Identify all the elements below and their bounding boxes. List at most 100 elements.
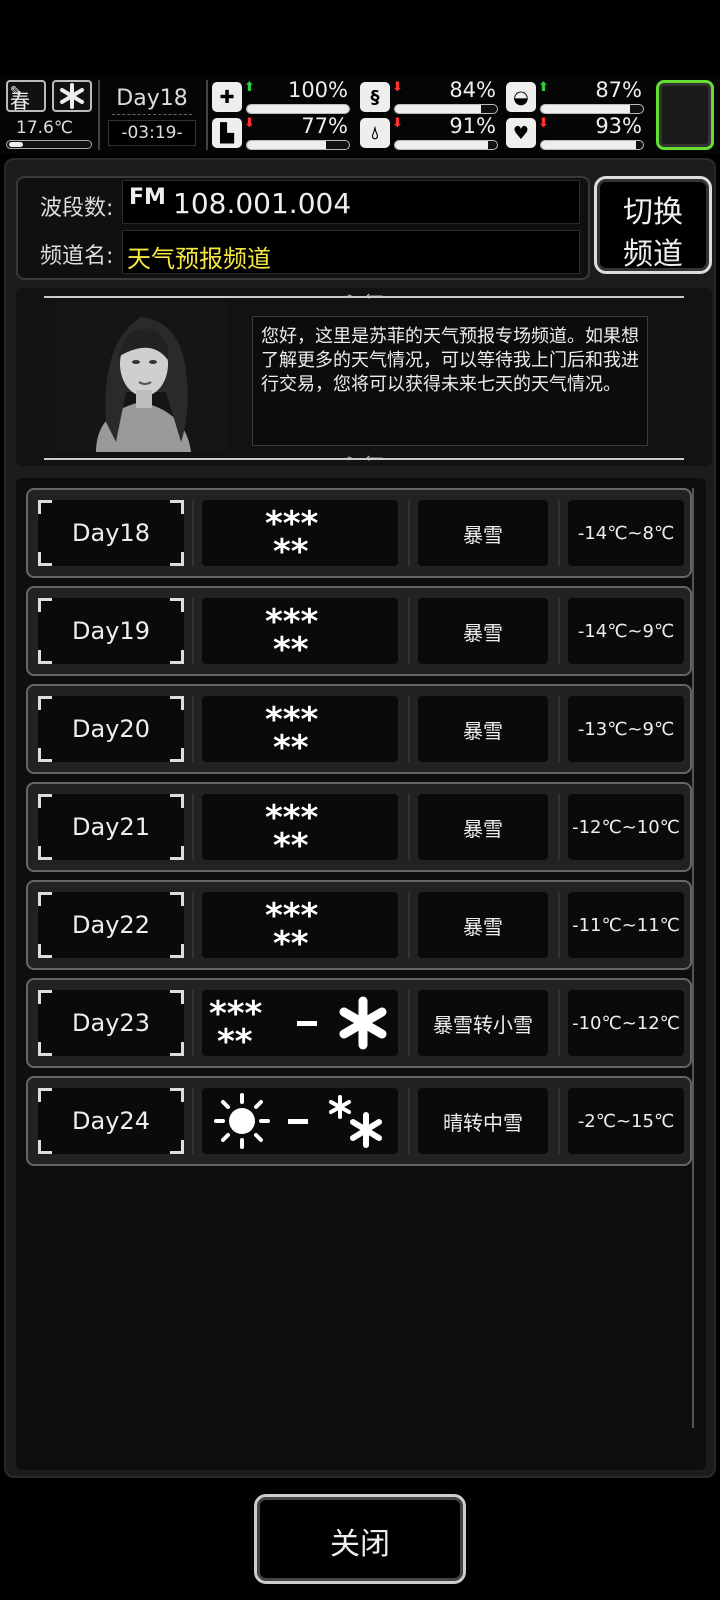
svg-text:**: ** <box>217 1022 253 1051</box>
moderate-snow-icon <box>326 1093 386 1149</box>
forecast-row[interactable]: Day21 *** ** 暴雪 -12℃~10℃ <box>26 782 692 872</box>
forecast-description: 暴雪 <box>418 892 548 958</box>
transition-dash <box>297 1020 317 1026</box>
day-clock: Day18 -03:19- <box>104 78 200 150</box>
forecast-description: 暴雪 <box>418 598 548 664</box>
stat-mood[interactable]: ♥ ⬇ 93% <box>506 114 646 150</box>
forecast-description: 暴雪 <box>418 794 548 860</box>
stat-health-bar <box>246 104 350 114</box>
water-drop-icon: 💧︎ <box>360 118 390 148</box>
radio-panel: 波段数: FM 108.001.004 频道名: 天气预报频道 切换 频道 ➛ ⟵ <box>4 158 716 1478</box>
forecast-temperature: -11℃~11℃ <box>568 892 684 958</box>
channel-display: 天气预报频道 <box>122 230 580 274</box>
forecast-day: Day22 <box>38 892 184 958</box>
trend-down-icon: ⬇ <box>244 116 255 131</box>
stat-hunger-value: 84% <box>449 78 496 102</box>
trend-up-icon: ⬆ <box>538 80 549 95</box>
divider <box>98 80 100 150</box>
forecast-weather-icons: *** ** <box>202 794 398 860</box>
stat-stamina-bar <box>246 140 350 150</box>
equipment-slot[interactable] <box>656 80 714 150</box>
weather-snow-button[interactable] <box>52 80 92 112</box>
forecast-day: Day23 <box>38 990 184 1056</box>
forecast-temperature: -14℃~8℃ <box>568 500 684 566</box>
blizzard-icon: *** ** <box>209 995 279 1051</box>
forecast-weather-icons: *** ** <box>202 892 398 958</box>
divider: ➛ ⟵ <box>44 451 684 465</box>
trend-down-icon: ⬇ <box>392 80 403 95</box>
stat-hunger-bar <box>394 104 498 114</box>
blizzard-icon: *** ** <box>265 603 335 659</box>
stat-thirst[interactable]: 💧︎ ⬇ 91% <box>360 114 500 150</box>
forecast-row[interactable]: Day18 *** ** 暴雪 -14℃~8℃ <box>26 488 692 578</box>
forecast-row[interactable]: Day19 *** ** 暴雪 -14℃~9℃ <box>26 586 692 676</box>
stat-medicine-value: 87% <box>595 78 642 102</box>
stat-health[interactable]: ✚ ⬆ 100% <box>212 78 352 114</box>
svg-text:**: ** <box>273 630 309 659</box>
forecast-day-label: Day18 <box>72 519 150 547</box>
forecast-description: 暴雪转小雪 <box>418 990 548 1056</box>
forecast-day-label: Day24 <box>72 1107 150 1135</box>
forecast-list[interactable]: Day18 *** ** 暴雪 -14℃~8℃ Day19 *** ** 暴雪 -14℃~9℃ Da… <box>16 478 706 1470</box>
stat-hunger[interactable]: § ⬇ 84% <box>360 78 500 114</box>
stat-medicine-bar <box>540 104 644 114</box>
host-message: 您好，这里是苏菲的天气预报专场频道。如果想了解更多的天气情况，可以等待我上门后和… <box>252 316 648 446</box>
quill-icon: ✎ <box>10 84 22 100</box>
forecast-day-label: Day22 <box>72 911 150 939</box>
blizzard-icon: *** ** <box>265 505 335 561</box>
forecast-row[interactable]: Day24 晴转中雪 -2℃~15℃ <box>26 1076 692 1166</box>
forecast-day: Day18 <box>38 500 184 566</box>
svg-text:**: ** <box>273 826 309 855</box>
svg-text:**: ** <box>273 924 309 953</box>
host-intro: ➛ ⟵ 您好，这里是苏菲的天气预报专场频道。如果想了解更多的天气情况，可以等待我上… <box>16 288 712 466</box>
frequency-display: FM 108.001.004 <box>122 180 580 224</box>
forecast-row[interactable]: Day20 *** ** 暴雪 -13℃~9℃ <box>26 684 692 774</box>
current-day: Day18 <box>116 86 188 111</box>
stomach-icon: § <box>360 82 390 112</box>
forecast-day: Day19 <box>38 598 184 664</box>
divider <box>206 80 208 150</box>
blizzard-icon: *** ** <box>265 897 335 953</box>
close-label: 关闭 <box>330 1527 390 1562</box>
forecast-temperature: -12℃~10℃ <box>568 794 684 860</box>
switch-label-line2: 频道 <box>623 237 683 272</box>
forecast-description: 暴雪 <box>418 696 548 762</box>
trend-down-icon: ⬇ <box>392 116 403 131</box>
frequency-box: 波段数: FM 108.001.004 频道名: 天气预报频道 <box>16 176 590 280</box>
forecast-temperature: -10℃~12℃ <box>568 990 684 1056</box>
heart-icon: ♥ <box>506 118 536 148</box>
band-label: 波段数: <box>40 196 114 221</box>
light-snow-icon <box>335 995 391 1051</box>
stat-stamina[interactable]: ▙ ⬇ 77% <box>212 114 352 150</box>
forecast-weather-icons <box>202 1088 398 1154</box>
stat-thirst-bar <box>394 140 498 150</box>
forecast-day-label: Day21 <box>72 813 150 841</box>
forecast-weather-icons: *** ** <box>202 598 398 664</box>
trend-up-icon: ⬆ <box>244 80 255 95</box>
forecast-weather-icons: *** ** <box>202 696 398 762</box>
forecast-day: Day20 <box>38 696 184 762</box>
channel-name: 天气预报频道 <box>127 245 271 273</box>
forecast-weather-icons: *** ** <box>202 500 398 566</box>
svg-text:**: ** <box>273 532 309 561</box>
stat-health-value: 100% <box>287 78 348 102</box>
forecast-row[interactable]: Day23 *** ** 暴雪转小雪 -10℃~12℃ <box>26 978 692 1068</box>
forecast-temperature: -13℃~9℃ <box>568 696 684 762</box>
fm-antenna-icon: FM <box>129 185 166 210</box>
season-badge[interactable]: 春 ✎ <box>6 80 46 113</box>
status-bar: 春 ✎ 17.6℃ Day18 -03:19- ✚ ⬆ 100% § ⬇ 84%… <box>0 76 720 154</box>
temperature-readout: 17.6℃ <box>16 118 73 138</box>
forecast-day-label: Day23 <box>72 1009 150 1037</box>
stat-thirst-value: 91% <box>449 114 496 138</box>
forecast-row[interactable]: Day22 *** ** 暴雪 -11℃~11℃ <box>26 880 692 970</box>
switch-channel-button[interactable]: 切换 频道 <box>594 176 712 274</box>
stat-medicine[interactable]: ◒ ⬆ 87% <box>506 78 646 114</box>
transition-dash <box>288 1118 308 1124</box>
close-button[interactable]: 关闭 <box>254 1494 466 1584</box>
stat-stamina-value: 77% <box>301 114 348 138</box>
scrollbar[interactable] <box>692 488 694 1428</box>
forecast-temperature: -2℃~15℃ <box>568 1088 684 1154</box>
divider: ➛ ⟵ <box>44 289 684 303</box>
stat-mood-value: 93% <box>595 114 642 138</box>
switch-label-line1: 切换 <box>623 195 683 230</box>
